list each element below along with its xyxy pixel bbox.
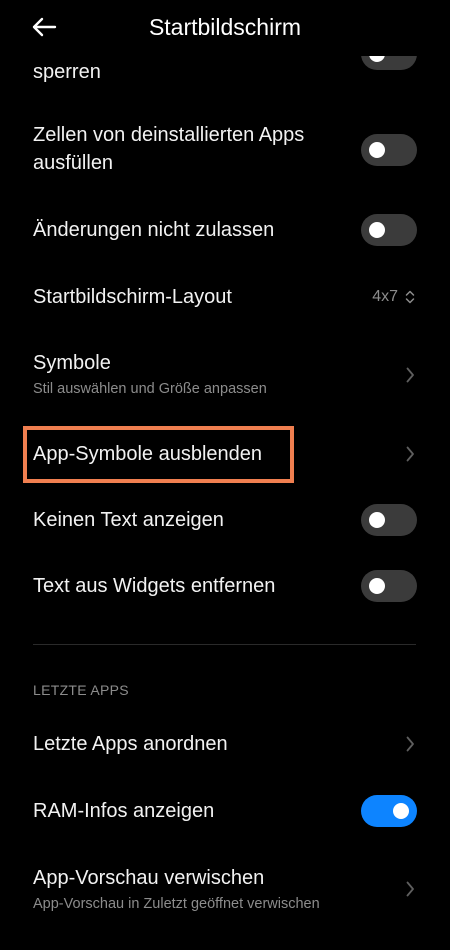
setting-label-line1: Zellen von deinstallierten Apps [33,124,305,146]
setting-label: RAM-Infos anzeigen [33,800,215,822]
setting-label: App-Vorschau verwischen [33,867,265,889]
fill-cells-toggle[interactable] [361,134,417,166]
setting-label: Letzte Apps anordnen [33,733,228,755]
no-changes-toggle[interactable] [361,214,417,246]
setting-row-icons[interactable]: Symbole Stil auswählen und Größe anpasse… [0,344,450,406]
section-divider [33,644,416,645]
setting-row-ram-info[interactable]: RAM-Infos anzeigen [0,784,450,836]
chevron-right-icon [406,446,414,462]
setting-label: sperren [33,61,101,83]
no-text-toggle[interactable] [361,504,417,536]
setting-row-no-text[interactable]: Keinen Text anzeigen [0,494,450,544]
chevron-right-icon [406,881,414,897]
setting-subtitle: App-Vorschau in Zuletzt geöffnet verwisc… [33,896,320,912]
ram-info-toggle[interactable] [361,795,417,827]
setting-label: Startbildschirm-Layout [33,286,232,308]
setting-row-arrange-recent-apps[interactable]: Letzte Apps anordnen [0,718,450,770]
chevron-right-icon [406,367,414,383]
setting-label: Text aus Widgets entfernen [33,575,276,597]
toggle-knob [369,578,385,594]
page-title: Startbildschirm [148,14,302,40]
setting-row-no-changes[interactable]: Änderungen nicht zulassen [0,206,450,256]
setting-label-line2: ausfüllen [33,152,114,174]
widget-text-toggle[interactable] [361,570,417,602]
setting-label: Änderungen nicht zulassen [33,219,275,241]
chevron-right-icon [406,736,414,752]
setting-row-hide-app-icons[interactable]: App-Symbole ausblenden [0,426,450,482]
setting-label: Keinen Text anzeigen [33,509,224,531]
section-header-recent-apps: LETZTE APPS [33,682,129,698]
setting-row-blur-preview[interactable]: App-Vorschau verwischen App-Vorschau in … [0,858,450,920]
toggle-knob [369,222,385,238]
setting-row-layout[interactable]: Startbildschirm-Layout 4x7 [0,272,450,322]
setting-subtitle: Stil auswählen und Größe anpassen [33,381,267,397]
setting-label: Symbole [33,352,111,374]
setting-row-fill-cells[interactable]: Zellen von deinstallierten Apps ausfülle… [0,118,450,184]
setting-row-remove-widget-text[interactable]: Text aus Widgets entfernen [0,560,450,610]
toggle-knob [369,512,385,528]
up-down-chevron-icon [405,290,415,304]
toggle-knob [369,142,385,158]
header-bar: Startbildschirm [0,0,450,56]
setting-label: App-Symbole ausblenden [33,443,263,465]
layout-value: 4x7 [372,288,398,305]
toggle-knob [393,803,409,819]
